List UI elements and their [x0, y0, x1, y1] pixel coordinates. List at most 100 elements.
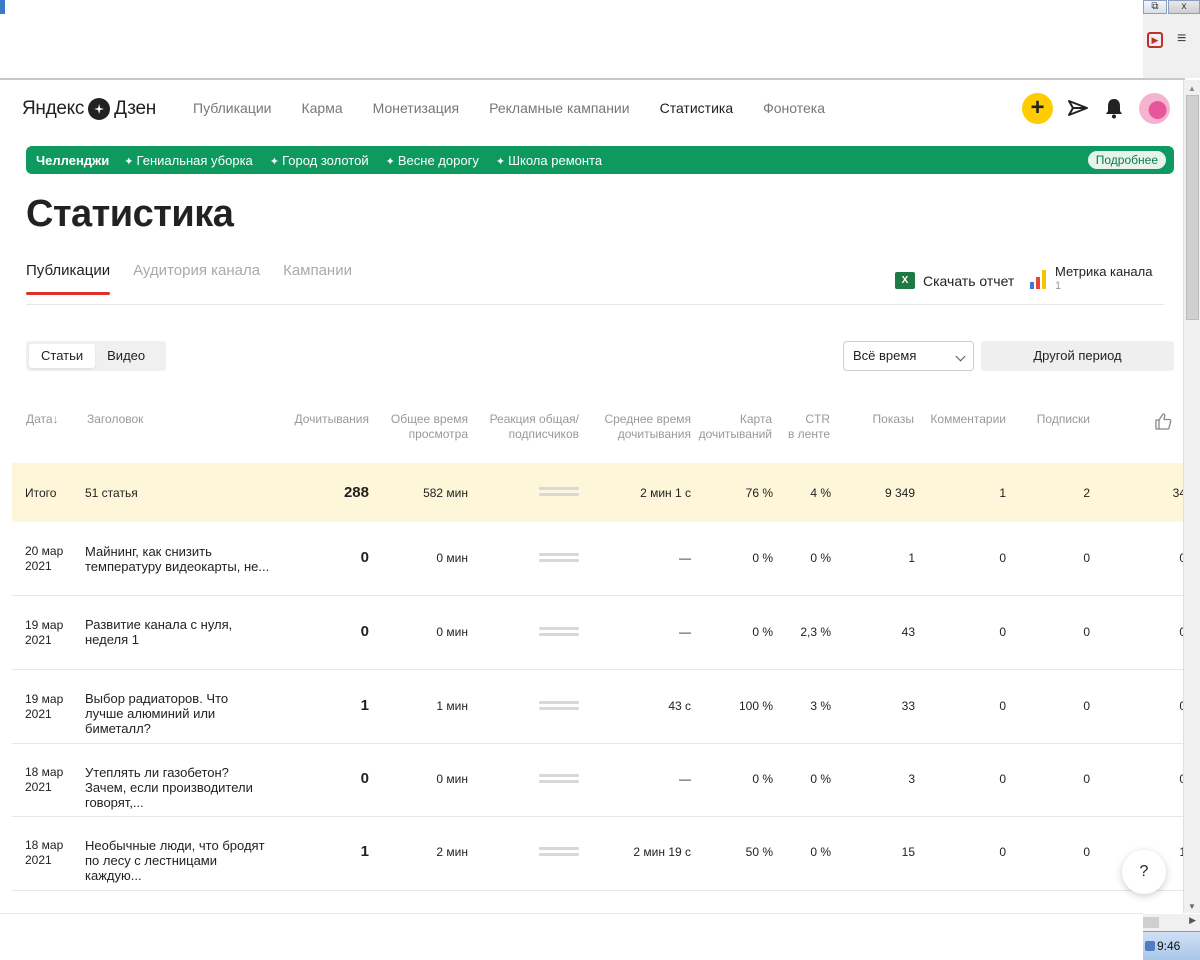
nav-karma[interactable]: Карма: [301, 100, 342, 116]
metrika-chart-icon: [1030, 269, 1047, 289]
row-read-map: 50 %: [745, 845, 773, 859]
total-time: 582 мин: [423, 486, 468, 500]
period-select[interactable]: Всё время: [843, 341, 974, 371]
challenge-item[interactable]: Весне дорогу: [386, 153, 479, 168]
table-row[interactable]: 18 мар 2021 Необычные люди, что бродят п…: [12, 817, 1186, 891]
scroll-down-arrow-icon[interactable]: ▼: [1184, 902, 1200, 911]
row-reads: 0: [360, 770, 369, 787]
total-read-map: 76 %: [745, 486, 773, 500]
create-plus-button[interactable]: +: [1022, 93, 1053, 124]
thumbs-up-icon[interactable]: [1155, 413, 1172, 430]
row-ctr: 3 %: [810, 699, 831, 713]
challenge-item[interactable]: Гениальная уборка: [124, 153, 253, 168]
nav-publications[interactable]: Публикации: [193, 100, 271, 116]
nav-monetization[interactable]: Монетизация: [373, 100, 460, 116]
system-clock: 9:46: [1157, 939, 1181, 953]
challenge-item[interactable]: Город золотой: [270, 153, 369, 168]
row-title-link[interactable]: Утеплять ли газобетон? Зачем, если произ…: [85, 765, 270, 810]
column-header-label: подписчиков: [508, 427, 579, 441]
column-header-subscriptions[interactable]: Подписки: [1037, 412, 1090, 427]
metrika-label: Метрика канала: [1055, 264, 1153, 279]
notifications-bell-icon[interactable]: [1104, 97, 1124, 119]
row-title-link[interactable]: Выбор радиаторов. Что лучше алюминий или…: [85, 691, 270, 736]
challenges-more-button[interactable]: Подробнее: [1087, 151, 1166, 169]
row-avg-time: 2 мин 19 с: [633, 845, 691, 859]
row-ctr: 0 %: [810, 772, 831, 786]
row-ctr: 0 %: [810, 845, 831, 859]
row-date: 19 мар 2021: [25, 618, 64, 647]
column-header-label: просмотра: [408, 427, 468, 441]
row-comments: 0: [999, 625, 1006, 639]
column-header-shows[interactable]: Показы: [873, 412, 914, 427]
column-header-ctr[interactable]: CTR в ленте: [788, 412, 830, 442]
nav-sound-library[interactable]: Фонотека: [763, 100, 825, 116]
page-bottom-area: [0, 913, 1143, 960]
other-period-button[interactable]: Другой период: [981, 341, 1174, 371]
row-title-link[interactable]: Развитие канала с нуля, неделя 1: [85, 617, 270, 647]
browser-menu-icon[interactable]: ≡: [1177, 31, 1186, 47]
total-subscriptions: 2: [1083, 486, 1090, 500]
total-count: 51 статья: [85, 486, 138, 500]
column-header-read-map[interactable]: Карта дочитываний: [699, 412, 772, 442]
segment-articles[interactable]: Статьи: [29, 344, 96, 368]
row-reaction-bars: [539, 627, 579, 637]
column-header-reaction[interactable]: Реакция общая/подписчиков: [490, 412, 579, 442]
row-title-link[interactable]: Майнинг, как снизить температуру видеока…: [85, 544, 270, 574]
row-date: 18 мар 2021: [25, 838, 64, 867]
user-avatar[interactable]: [1139, 93, 1170, 124]
scroll-up-arrow-icon[interactable]: ▲: [1184, 84, 1200, 93]
stats-tabs: Публикации Аудитория канала Кампании: [26, 262, 375, 295]
row-reaction-bars: [539, 774, 579, 784]
hscroll-thumb[interactable]: [1143, 917, 1159, 928]
column-header-label: дочитывания: [617, 427, 691, 441]
tab-campaigns[interactable]: Кампании: [283, 262, 352, 295]
tab-audience[interactable]: Аудитория канала: [133, 262, 260, 295]
table-row[interactable]: 19 мар 2021 Развитие канала с нуля, неде…: [12, 596, 1186, 670]
page-title: Статистика: [26, 193, 234, 235]
download-report-button[interactable]: X Скачать отчет: [895, 272, 1014, 289]
column-header-date-label: Дата: [26, 412, 53, 426]
window-restore-button[interactable]: ⧉: [1143, 0, 1167, 14]
row-reaction-bars: [539, 847, 579, 857]
column-header-avg-time[interactable]: Среднее время дочитывания: [604, 412, 691, 442]
row-reaction-bars: [539, 553, 579, 563]
nav-ad-campaigns[interactable]: Рекламные кампании: [489, 100, 629, 116]
browser-toolbar-divider: [0, 78, 1185, 80]
row-comments: 0: [999, 772, 1006, 786]
scrollbar-thumb[interactable]: [1186, 95, 1199, 320]
row-title-link[interactable]: Необычные люди, что бродят по лесу с лес…: [85, 838, 270, 883]
column-header-label: CTR: [805, 412, 830, 426]
zen-logo[interactable]: Яндекс Дзен: [22, 96, 156, 122]
column-header-label: Общее время: [390, 412, 468, 426]
column-header-reads[interactable]: Дочитывания: [295, 412, 370, 427]
send-paper-plane-icon[interactable]: [1067, 97, 1089, 119]
row-reads: 0: [360, 623, 369, 640]
column-header-comments[interactable]: Комментарии: [930, 412, 1006, 427]
channel-metrika-link[interactable]: Метрика канала 1: [1030, 264, 1152, 292]
row-read-map: 0 %: [752, 625, 773, 639]
row-subscriptions: 0: [1083, 772, 1090, 786]
help-button[interactable]: ?: [1122, 850, 1166, 894]
nav-statistics[interactable]: Статистика: [660, 100, 734, 116]
horizontal-scrollbar[interactable]: ▶: [1143, 914, 1200, 931]
column-header-total-time[interactable]: Общее время просмотра: [391, 412, 468, 442]
segment-video[interactable]: Видео: [95, 344, 157, 368]
table-row[interactable]: 18 мар 2021 Утеплять ли газобетон? Зачем…: [12, 744, 1186, 817]
vertical-scrollbar[interactable]: ▲ ▼: [1183, 80, 1200, 913]
row-subscriptions: 0: [1083, 625, 1090, 639]
total-comments: 1: [999, 486, 1006, 500]
window-close-button[interactable]: x: [1168, 0, 1200, 14]
challenge-item[interactable]: Школа ремонта: [496, 153, 602, 168]
table-row[interactable]: 20 мар 2021 Майнинг, как снизить темпера…: [12, 522, 1186, 596]
tab-publications[interactable]: Публикации: [26, 262, 111, 295]
video-extension-icon[interactable]: ▶: [1147, 32, 1163, 48]
row-reads: 0: [360, 549, 369, 566]
tray-network-icon[interactable]: [1145, 941, 1155, 951]
main-nav: Публикации Карма Монетизация Рекламные к…: [193, 100, 855, 116]
table-row[interactable]: 19 мар 2021 Выбор радиаторов. Что лучше …: [12, 670, 1186, 744]
row-time: 1 мин: [436, 699, 468, 713]
scroll-right-arrow-icon[interactable]: ▶: [1189, 915, 1196, 926]
sort-arrow-icon: ↓: [52, 412, 59, 426]
column-header-label: дочитываний: [698, 427, 772, 441]
column-header-date[interactable]: Дата↓: [26, 412, 59, 427]
